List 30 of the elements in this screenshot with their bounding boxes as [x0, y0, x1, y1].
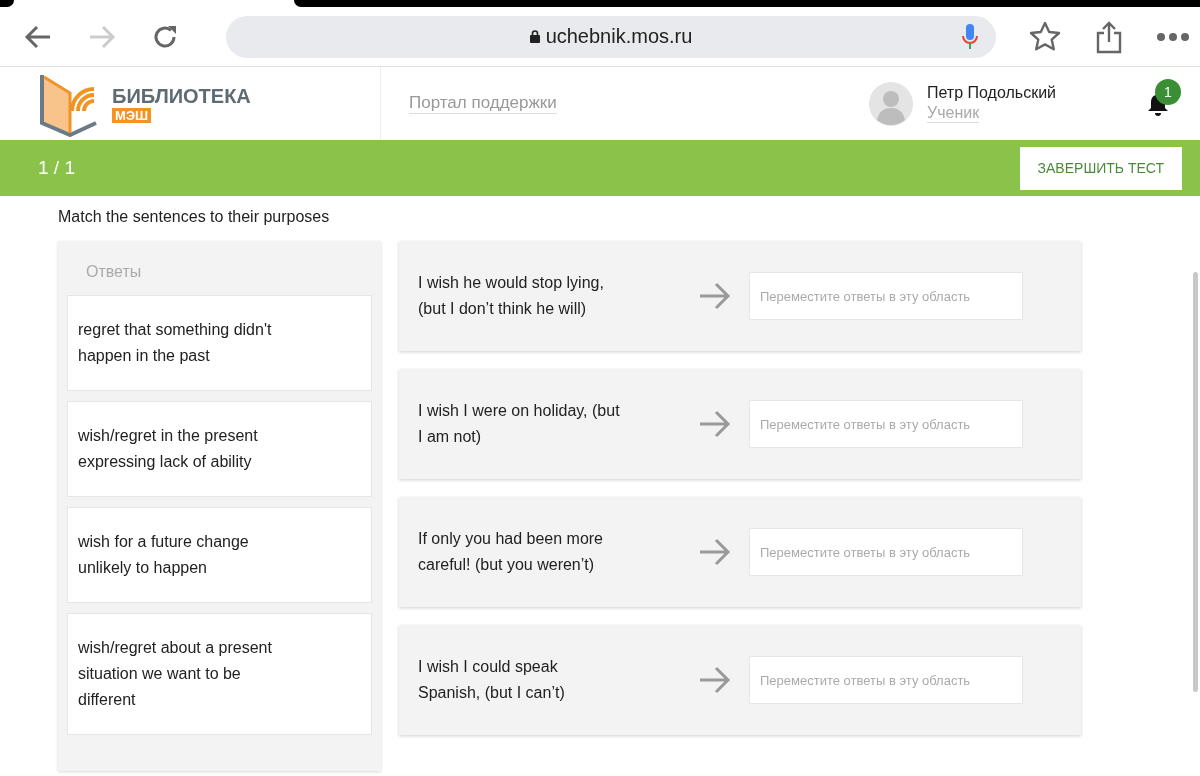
notification-badge: 1	[1155, 79, 1181, 105]
task-instruction: Match the sentences to their purposes	[58, 207, 331, 227]
sentence-text: I wish he would stop lying, (but I don’t think he will)	[418, 273, 605, 319]
scrollbar[interactable]	[1193, 272, 1198, 692]
drop-zone[interactable]: Переместите ответы в эту область	[749, 528, 1023, 576]
share-icon[interactable]	[1094, 19, 1124, 54]
user-role-link[interactable]: Ученик	[927, 104, 980, 123]
more-icon[interactable]	[1156, 31, 1190, 42]
progress-counter: 1 / 1	[38, 157, 75, 179]
url-text: uchebnik.mos.ru	[545, 25, 693, 48]
logo-badge: МЭШ	[112, 107, 152, 123]
sentence-text: I wish I could speak Spanish, (but I can’t)	[418, 657, 566, 703]
sentence-text: I wish I were on holiday, (but I am not)	[418, 401, 621, 447]
microphone-icon[interactable]	[962, 23, 978, 50]
answer-card[interactable]: wish for a future change unlikely to happen	[67, 507, 372, 603]
address-bar[interactable]: uchebnik.mos.ru	[226, 15, 996, 58]
logo-title: БИБЛИОТЕКА	[112, 84, 251, 108]
sentence-text: If only you had been more careful! (but you weren’t)	[418, 529, 604, 575]
drop-zone[interactable]: Переместите ответы в эту область	[749, 272, 1023, 320]
answers-title: Ответы	[85, 263, 143, 281]
answer-card[interactable]: wish/regret in the present expressing lack of ability	[67, 401, 372, 497]
support-portal-link[interactable]: Портал поддержки	[409, 93, 557, 114]
drop-zone[interactable]: Переместите ответы в эту область	[749, 656, 1023, 704]
finish-test-button[interactable]: ЗАВЕРШИТЬ ТЕСТ	[1019, 146, 1182, 190]
answer-card[interactable]: wish/regret about a present situation we want to be different	[67, 613, 372, 735]
device-bezel	[0, 0, 14, 7]
lock-icon	[529, 30, 540, 43]
user-name: Петр Подольский	[927, 84, 1056, 102]
drop-zone[interactable]: Переместите ответы в эту область	[749, 400, 1023, 448]
answer-card[interactable]: regret that something didn't happen in the past	[67, 295, 372, 391]
